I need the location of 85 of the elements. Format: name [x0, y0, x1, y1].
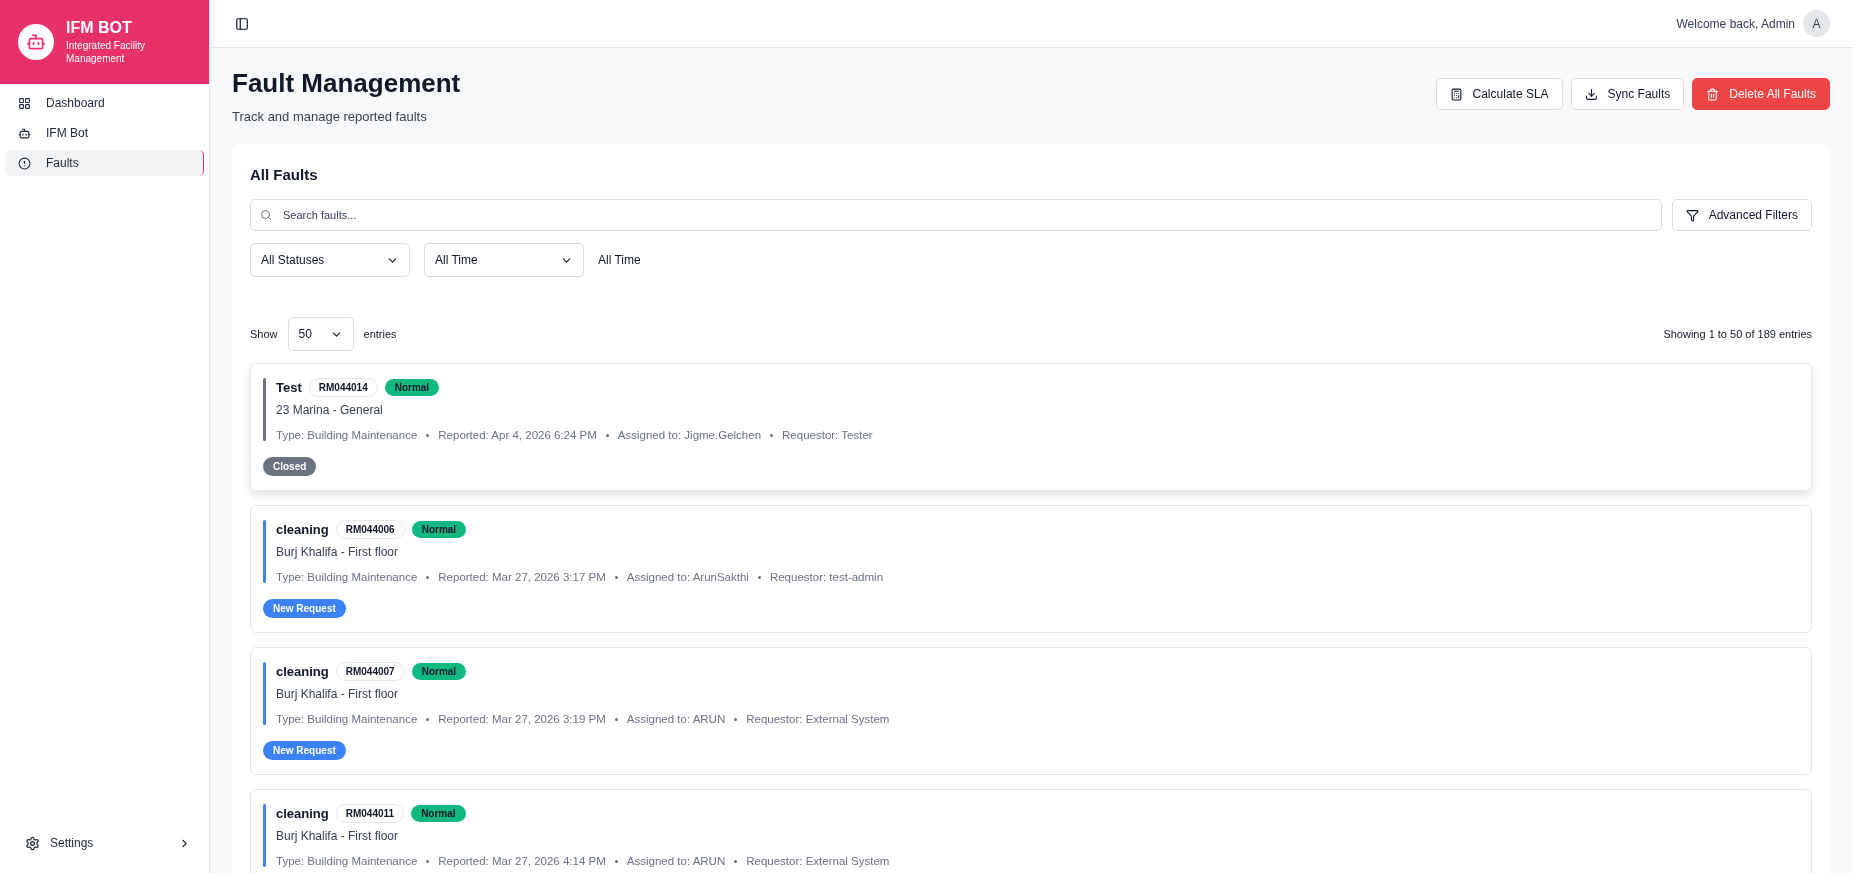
fault-meta: Requestor: Tester [782, 429, 873, 441]
entries-dropdown[interactable]: 50 [287, 317, 354, 351]
sidebar-item[interactable]: Faults [5, 150, 204, 176]
priority-badge: Normal [411, 521, 467, 538]
page-title: Fault Management [232, 68, 461, 99]
fault-meta: Reported: Apr 4, 2026 6:24 PM [438, 429, 597, 441]
fault-meta: Assigned to: ARUN [626, 713, 726, 725]
accent-bar [263, 804, 266, 867]
fault-location: 23 Marina - General [276, 403, 384, 417]
separator-dot [734, 859, 738, 863]
action-button[interactable]: Calculate SLA [1435, 78, 1563, 110]
entries-summary: Showing 1 to 50 of 189 entries [1663, 328, 1812, 340]
separator-dot [426, 717, 430, 721]
fault-meta: Requestor: test-admin [769, 571, 884, 583]
fault-meta: Reported: Mar 27, 2026 3:19 PM [438, 713, 606, 725]
fault-location: Burj Khalifa - First floor [276, 545, 400, 559]
panel-title: All Faults [250, 166, 319, 183]
fault-title: Test [276, 380, 302, 395]
settings-icon [25, 835, 40, 851]
fault-meta: Assigned to: ArunSakthi [626, 571, 749, 583]
accent-bar [263, 520, 266, 583]
fault-card[interactable]: cleaning RM044006 Normal Burj Khalifa - First floor Type: Building Maintenance Reported: Mar 27, 2026 3:17 PM Assigned to: ArunSakthi Requestor: test-admin New Request [250, 505, 1812, 633]
search-field[interactable]: Search faults... [250, 199, 1662, 231]
sidebar-toggle-icon[interactable] [235, 16, 249, 31]
fault-meta: Assigned to: ARUN [626, 855, 726, 867]
brand-title: IFM BOT [66, 19, 133, 37]
separator-dot [605, 433, 609, 437]
welcome-text: Welcome back, Admin [1676, 16, 1795, 31]
logo-icon [18, 24, 54, 60]
separator-dot [757, 575, 761, 579]
separator-dot [614, 575, 618, 579]
fault-meta: Requestor: External System [746, 713, 890, 725]
sidebar-item[interactable]: Dashboard [5, 90, 204, 116]
accent-bar [263, 378, 266, 441]
accent-bar [263, 662, 266, 725]
settings-item[interactable]: Settings [0, 813, 209, 873]
advanced-filters-button[interactable]: Advanced Filters [1671, 199, 1812, 231]
fault-card[interactable]: Test RM044014 Normal 23 Marina - General Type: Building Maintenance Reported: Apr 4, 2026 6:24 PM Assigned to: Jigme.Gelchen Requestor: Tester Closed [250, 363, 1812, 491]
show-label: Show [250, 328, 278, 340]
separator-dot [614, 717, 618, 721]
fault-meta: Type: Building Maintenance [276, 429, 418, 441]
filter-dropdown[interactable]: All Statuses [250, 243, 410, 277]
priority-badge: Normal [411, 805, 466, 822]
fault-meta: Type: Building Maintenance [276, 571, 418, 583]
fault-meta: Type: Building Maintenance [276, 713, 418, 725]
status-badge: New Request [263, 741, 346, 760]
fault-meta: Assigned to: Jigme.Gelchen [617, 429, 762, 441]
fault-card[interactable]: cleaning RM044007 Normal Burj Khalifa - First floor Type: Building Maintenance Reported: Mar 27, 2026 3:19 PM Assigned to: ARUN Requestor: External System New Request [250, 647, 1812, 775]
alert-circle-icon [18, 156, 31, 170]
filter-icon [1685, 208, 1699, 222]
separator-dot [770, 433, 774, 437]
sidebar-item[interactable]: IFM Bot [5, 120, 204, 146]
grid-icon [18, 96, 31, 110]
status-badge: Closed [263, 457, 317, 476]
separator-dot [614, 859, 618, 863]
fault-card[interactable]: cleaning RM044011 Normal Burj Khalifa - First floor Type: Building Maintenance Reported: Mar 27, 2026 4:14 PM Assigned to: ARUN Requestor: External System [250, 789, 1812, 873]
separator-dot [734, 717, 738, 721]
priority-badge: Normal [384, 379, 440, 396]
status-badge: New Request [263, 599, 346, 618]
range-label: All Time [598, 253, 641, 267]
trash-icon [1706, 87, 1720, 101]
filter-dropdown[interactable]: All Time [424, 243, 584, 277]
fault-meta: Requestor: External System [746, 855, 890, 867]
fault-title: cleaning [276, 806, 329, 821]
separator-dot [426, 859, 430, 863]
calculator-icon [1449, 87, 1463, 101]
separator-dot [426, 433, 430, 437]
fault-title: cleaning [276, 664, 329, 679]
fault-meta: Type: Building Maintenance [276, 855, 418, 867]
fault-meta: Reported: Mar 27, 2026 4:14 PM [438, 855, 606, 867]
fault-title: cleaning [276, 522, 329, 537]
download-icon [1584, 87, 1598, 101]
robot-icon [18, 126, 31, 140]
separator-dot [426, 575, 430, 579]
fault-meta: Reported: Mar 27, 2026 3:17 PM [438, 571, 606, 583]
fault-location: Burj Khalifa - First floor [276, 687, 400, 701]
entries-label: entries [363, 328, 397, 340]
avatar[interactable]: A [1803, 10, 1830, 37]
search-icon [260, 209, 272, 221]
priority-badge: Normal [411, 663, 467, 680]
delete-button[interactable]: Delete All Faults [1692, 78, 1830, 110]
fault-location: Burj Khalifa - First floor [276, 829, 400, 843]
brand-subtitle: Integrated Facility Management [66, 39, 146, 65]
page-subtitle: Track and manage reported faults [232, 109, 428, 124]
action-button[interactable]: Sync Faults [1570, 78, 1685, 110]
